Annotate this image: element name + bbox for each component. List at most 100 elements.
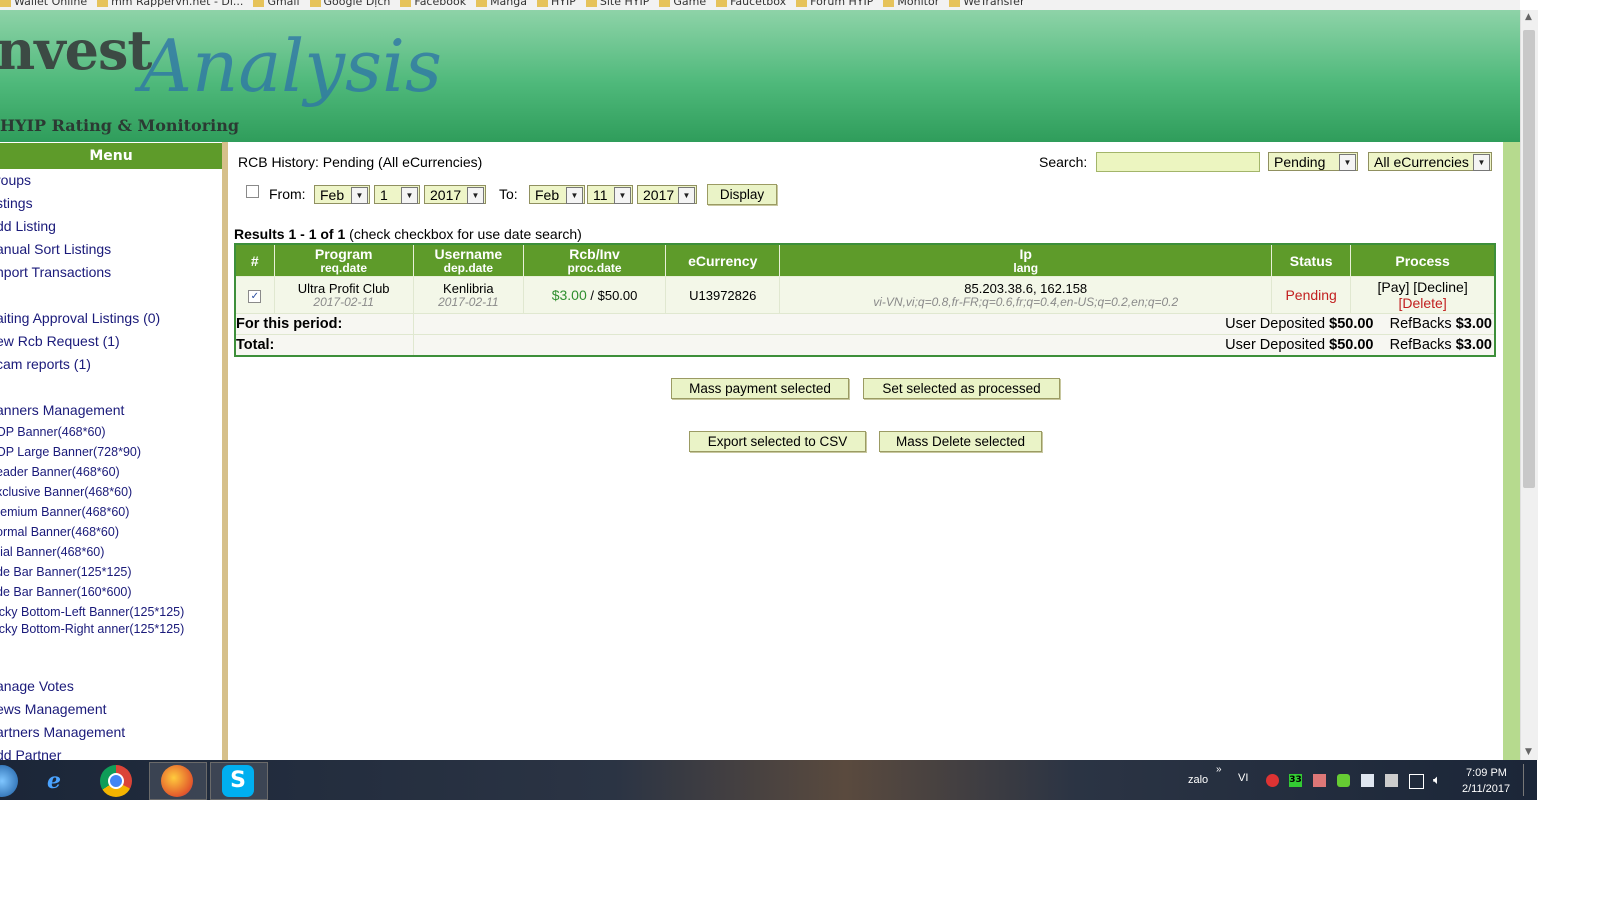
antivirus-icon[interactable] — [1266, 774, 1279, 787]
page-scrollbar[interactable]: ▲ ▼ — [1520, 10, 1538, 760]
sidebar-item[interactable]: aiting Approval Listings (0) — [0, 307, 222, 330]
row-select-checkbox[interactable]: ✓ — [248, 290, 262, 303]
bookmark-item[interactable]: HYIP — [537, 0, 576, 7]
delete-link[interactable]: [Delete] — [1398, 295, 1446, 311]
export-csv-button[interactable]: Export selected to CSV — [689, 431, 866, 452]
sidebar-item[interactable]: cam reports (1) — [0, 353, 222, 376]
sidebar-item[interactable]: remium Banner(468*60) — [0, 502, 222, 522]
from-month-select[interactable]: Feb ▼ — [314, 185, 370, 204]
chevron-down-icon: ▼ — [1473, 154, 1490, 171]
sidebar-item[interactable]: xclusive Banner(468*60) — [0, 482, 222, 502]
document-icon[interactable] — [1361, 774, 1374, 787]
to-month-select[interactable]: Feb ▼ — [529, 185, 585, 204]
network-icon[interactable] — [1409, 774, 1424, 789]
cell-status: Pending — [1271, 276, 1352, 314]
internet-explorer-icon[interactable]: e — [38, 765, 70, 797]
set-processed-button[interactable]: Set selected as processed — [863, 378, 1060, 399]
period-dep-value: $50.00 — [1329, 316, 1374, 332]
sidebar-item[interactable]: dd Partner — [0, 744, 222, 760]
bookmark-item[interactable]: Forum HYIP — [796, 0, 873, 7]
bookmark-item[interactable]: Facebook — [400, 0, 466, 7]
sidebar-item[interactable]: icky Bottom-Right anner(125*125) — [0, 622, 222, 652]
rcb-history-table: # Program req.date Username dep.date Rcb/I… — [234, 243, 1496, 357]
search-input[interactable] — [1096, 152, 1260, 172]
leaf-icon[interactable] — [1337, 774, 1350, 787]
sidebar-item[interactable]: anners Management — [0, 399, 222, 422]
sidebar-item[interactable]: artners Management — [0, 721, 222, 744]
chevron-down-icon: ▼ — [401, 187, 418, 204]
bookmark-item[interactable]: Game — [659, 0, 706, 7]
folder-icon — [253, 0, 265, 7]
bookmark-item[interactable]: mm Rappervn.net - Di... — [97, 0, 243, 7]
date-search-checkbox[interactable] — [246, 185, 259, 198]
bookmark-item[interactable]: Site HYIP — [585, 0, 649, 7]
sidebar-item[interactable]: de Bar Banner(125*125) — [0, 562, 222, 582]
sidebar-item[interactable]: eader Banner(468*60) — [0, 462, 222, 482]
sidebar-item[interactable]: ews Management — [0, 698, 222, 721]
total-label-cell: Total: — [234, 334, 414, 357]
sidebar-item[interactable]: OP Banner(468*60) — [0, 422, 222, 442]
header-username[interactable]: Username dep.date — [412, 243, 524, 277]
status-filter-select[interactable]: Pending ▼ — [1268, 152, 1358, 171]
clock-date[interactable]: 2/11/2017 — [1462, 783, 1510, 795]
sidebar-item[interactable]: roups — [0, 169, 222, 192]
bookmark-item[interactable]: Faucetbox — [716, 0, 786, 7]
folder-icon — [883, 0, 895, 7]
clipboard-icon[interactable] — [1385, 774, 1398, 787]
logo-word[interactable]: nvest — [0, 18, 152, 82]
sidebar-item[interactable]: OP Large Banner(728*90) — [0, 442, 222, 462]
sidebar-item[interactable]: ew Rcb Request (1) — [0, 330, 222, 353]
bookmark-item[interactable]: Manga — [476, 0, 527, 7]
bookmark-item[interactable]: Wallet Online — [0, 0, 87, 7]
sidebar-item[interactable]: de Bar Banner(160*600) — [0, 582, 222, 602]
sidebar-item[interactable]: rial Banner(468*60) — [0, 542, 222, 562]
sidebar-item[interactable]: nport Transactions — [0, 261, 222, 284]
volume-icon[interactable]: 🔈︎ — [1433, 772, 1441, 788]
sidebar-item[interactable]: ormal Banner(468*60) — [0, 522, 222, 542]
sidebar-item[interactable]: anage Votes — [0, 675, 222, 698]
bookmark-item[interactable]: Gmail — [253, 0, 300, 7]
sidebar-item[interactable]: icky Bottom-Left Banner(125*125) — [0, 602, 222, 622]
header-rcb[interactable]: Rcb/Inv proc.date — [522, 243, 667, 277]
to-day-select[interactable]: 11 ▼ — [587, 185, 633, 204]
decline-link[interactable]: [Decline] — [1413, 279, 1467, 295]
folder-icon — [0, 0, 11, 7]
start-button-icon[interactable] — [0, 765, 18, 797]
show-desktop-button[interactable] — [1523, 764, 1536, 796]
badge-33-icon[interactable]: 33 — [1289, 774, 1302, 787]
header-ecurrency[interactable]: eCurrency — [665, 243, 781, 277]
header-program[interactable]: Program req.date — [273, 243, 414, 277]
header-ip[interactable]: Ip lang — [779, 243, 1273, 277]
skype-icon[interactable]: S — [222, 765, 254, 797]
tray-app-icon[interactable] — [1313, 774, 1326, 787]
main-content: RCB History: Pending (All eCurrencies) S… — [228, 142, 1503, 760]
tray-expand-icon[interactable]: » — [1216, 764, 1222, 775]
chevron-down-icon: ▼ — [614, 187, 631, 204]
clock-time[interactable]: 7:09 PM — [1466, 767, 1507, 779]
chrome-icon[interactable] — [100, 765, 132, 797]
sidebar-item[interactable]: dd Listing — [0, 215, 222, 238]
ime-indicator[interactable]: zalo — [1188, 774, 1208, 786]
bookmark-item[interactable]: Google Dịch — [309, 0, 390, 7]
from-month-value: Feb — [320, 187, 345, 203]
bookmark-item[interactable]: Monitor — [883, 0, 939, 7]
from-year-select[interactable]: 2017 ▼ — [424, 185, 486, 204]
bookmark-item[interactable]: WeTransfer — [949, 0, 1024, 7]
scrollbar-thumb[interactable] — [1523, 30, 1535, 488]
mass-delete-button[interactable]: Mass Delete selected — [879, 431, 1042, 452]
mass-payment-button[interactable]: Mass payment selected — [671, 378, 849, 399]
header-status[interactable]: Status — [1271, 243, 1352, 277]
display-button[interactable]: Display — [707, 184, 777, 205]
scroll-down-icon[interactable]: ▼ — [1525, 747, 1532, 757]
sidebar-item[interactable]: anual Sort Listings — [0, 238, 222, 261]
to-year-select[interactable]: 2017 ▼ — [637, 185, 697, 204]
folder-icon — [659, 0, 671, 7]
pay-link[interactable]: [Pay] — [1377, 279, 1409, 295]
menu-spacer — [0, 376, 222, 399]
scroll-up-icon[interactable]: ▲ — [1525, 12, 1532, 22]
from-day-select[interactable]: 1 ▼ — [374, 185, 420, 204]
firefox-icon[interactable] — [161, 765, 193, 797]
currency-filter-select[interactable]: All eCurrencies ▼ — [1368, 152, 1492, 171]
language-indicator[interactable]: VI — [1238, 772, 1248, 784]
sidebar-item[interactable]: stings — [0, 192, 222, 215]
